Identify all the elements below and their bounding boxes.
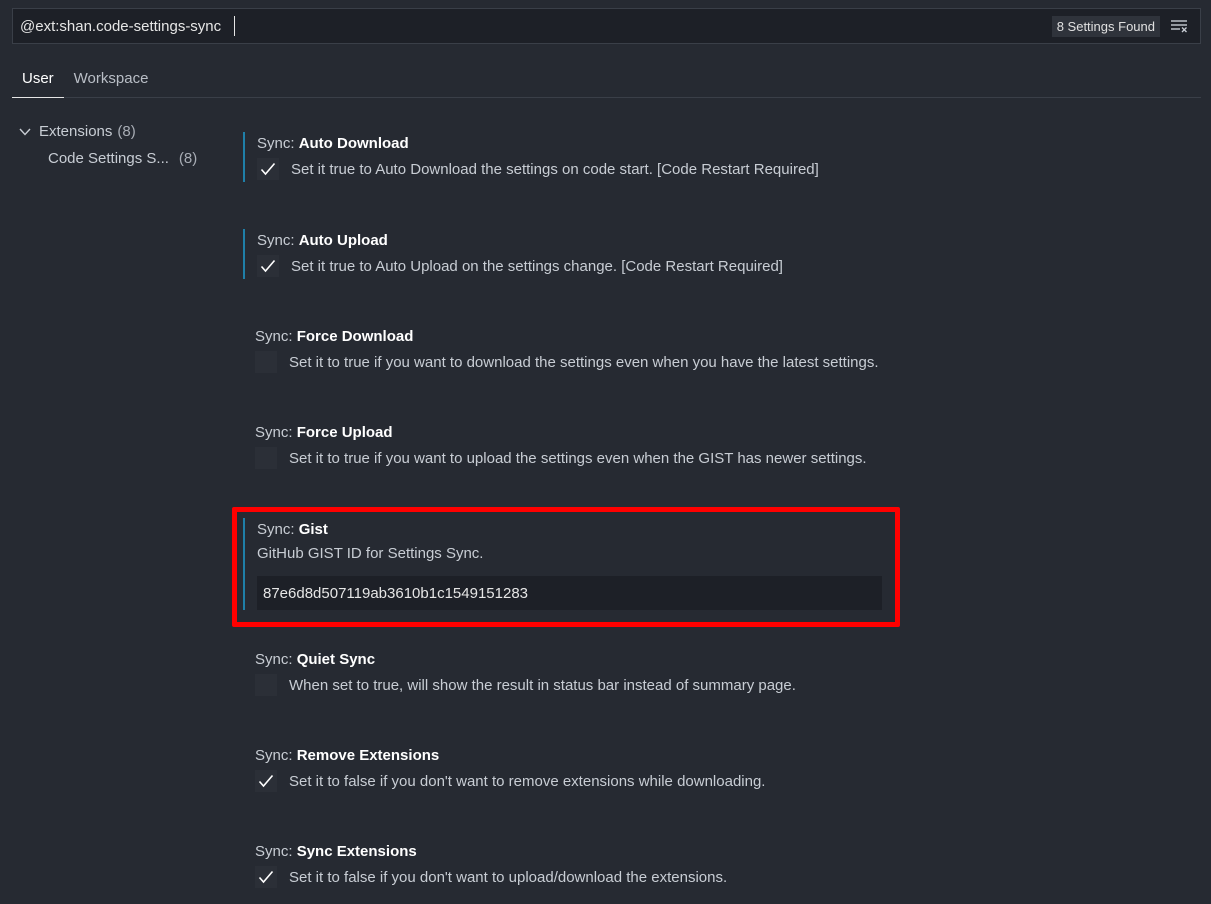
settings-search-input[interactable] bbox=[13, 9, 233, 43]
settings-search-bar: 8 Settings Found bbox=[12, 8, 1201, 44]
setting-gist: Sync: Gist GitHub GIST ID for Settings S… bbox=[243, 518, 883, 610]
settings-found-badge: 8 Settings Found bbox=[1051, 15, 1160, 37]
settings-scope-tabs: User Workspace bbox=[12, 60, 1201, 98]
setting-name: Gist bbox=[298, 521, 328, 538]
quiet-sync-checkbox[interactable] bbox=[255, 674, 277, 696]
sync-extensions-checkbox[interactable] bbox=[255, 866, 277, 888]
setting-name: Force Upload bbox=[296, 424, 393, 441]
settings-toc: Extensions (8) Code Settings S... (8) bbox=[14, 118, 224, 172]
setting-force-upload: Sync: Force Upload Set it to true if you… bbox=[243, 421, 883, 471]
toc-item-label: Code Settings S... bbox=[48, 150, 169, 167]
setting-remove-extensions: Sync: Remove Extensions Set it to false … bbox=[243, 744, 883, 794]
chevron-down-icon bbox=[14, 128, 36, 136]
setting-category: Sync: bbox=[257, 135, 299, 152]
toc-item-code-settings-sync[interactable]: Code Settings S... (8) bbox=[14, 145, 224, 172]
checkmark-icon bbox=[260, 259, 276, 273]
setting-name: Sync Extensions bbox=[296, 843, 417, 860]
toc-item-label: Extensions bbox=[39, 123, 113, 140]
setting-title: Sync: Sync Extensions bbox=[255, 840, 883, 864]
setting-description: Set it to true if you want to download t… bbox=[289, 353, 879, 371]
checkmark-icon bbox=[258, 870, 274, 884]
setting-title: Sync: Auto Upload bbox=[257, 229, 883, 253]
setting-name: Auto Download bbox=[298, 135, 409, 152]
clear-filter-icon[interactable] bbox=[1166, 13, 1192, 39]
tab-workspace[interactable]: Workspace bbox=[64, 60, 159, 98]
setting-name: Auto Upload bbox=[298, 232, 388, 249]
setting-description: Set it to false if you don't want to rem… bbox=[289, 772, 766, 790]
setting-sync-extensions: Sync: Sync Extensions Set it to false if… bbox=[243, 840, 883, 890]
setting-description: When set to true, will show the result i… bbox=[289, 676, 796, 694]
setting-category: Sync: bbox=[255, 651, 297, 668]
checkmark-icon bbox=[260, 162, 276, 176]
setting-title: Sync: Gist bbox=[257, 518, 883, 542]
setting-auto-upload: Sync: Auto Upload Set it true to Auto Up… bbox=[243, 229, 883, 279]
setting-name: Quiet Sync bbox=[296, 651, 376, 668]
force-upload-checkbox[interactable] bbox=[255, 447, 277, 469]
setting-description: GitHub GIST ID for Settings Sync. bbox=[257, 545, 484, 562]
setting-name: Remove Extensions bbox=[296, 747, 440, 764]
toc-item-count: (8) bbox=[117, 123, 136, 140]
gist-id-input[interactable] bbox=[257, 576, 882, 610]
force-download-checkbox[interactable] bbox=[255, 351, 277, 373]
toc-item-extensions[interactable]: Extensions (8) bbox=[14, 118, 224, 145]
text-caret bbox=[234, 16, 235, 36]
auto-download-checkbox[interactable] bbox=[257, 158, 279, 180]
toc-item-count: (8) bbox=[178, 150, 198, 167]
setting-category: Sync: bbox=[257, 232, 299, 249]
setting-quiet-sync: Sync: Quiet Sync When set to true, will … bbox=[243, 648, 883, 698]
setting-title: Sync: Remove Extensions bbox=[255, 744, 883, 768]
setting-auto-download: Sync: Auto Download Set it true to Auto … bbox=[243, 132, 883, 182]
setting-category: Sync: bbox=[257, 521, 299, 538]
setting-description: Set it true to Auto Upload on the settin… bbox=[291, 257, 783, 275]
setting-category: Sync: bbox=[255, 843, 297, 860]
checkmark-icon bbox=[258, 774, 274, 788]
setting-title: Sync: Force Download bbox=[255, 325, 883, 349]
setting-category: Sync: bbox=[255, 328, 297, 345]
setting-title: Sync: Force Upload bbox=[255, 421, 883, 445]
setting-description: Set it to false if you don't want to upl… bbox=[289, 868, 728, 886]
search-input-wrap[interactable] bbox=[13, 9, 1052, 43]
setting-force-download: Sync: Force Download Set it to true if y… bbox=[243, 325, 883, 375]
setting-description: Set it true to Auto Download the setting… bbox=[291, 160, 819, 178]
setting-title: Sync: Quiet Sync bbox=[255, 648, 883, 672]
setting-category: Sync: bbox=[255, 747, 297, 764]
setting-title: Sync: Auto Download bbox=[257, 132, 883, 156]
setting-name: Force Download bbox=[296, 328, 414, 345]
auto-upload-checkbox[interactable] bbox=[257, 255, 279, 277]
setting-category: Sync: bbox=[255, 424, 297, 441]
remove-extensions-checkbox[interactable] bbox=[255, 770, 277, 792]
setting-description: Set it to true if you want to upload the… bbox=[289, 449, 867, 467]
tab-user[interactable]: User bbox=[12, 60, 64, 98]
